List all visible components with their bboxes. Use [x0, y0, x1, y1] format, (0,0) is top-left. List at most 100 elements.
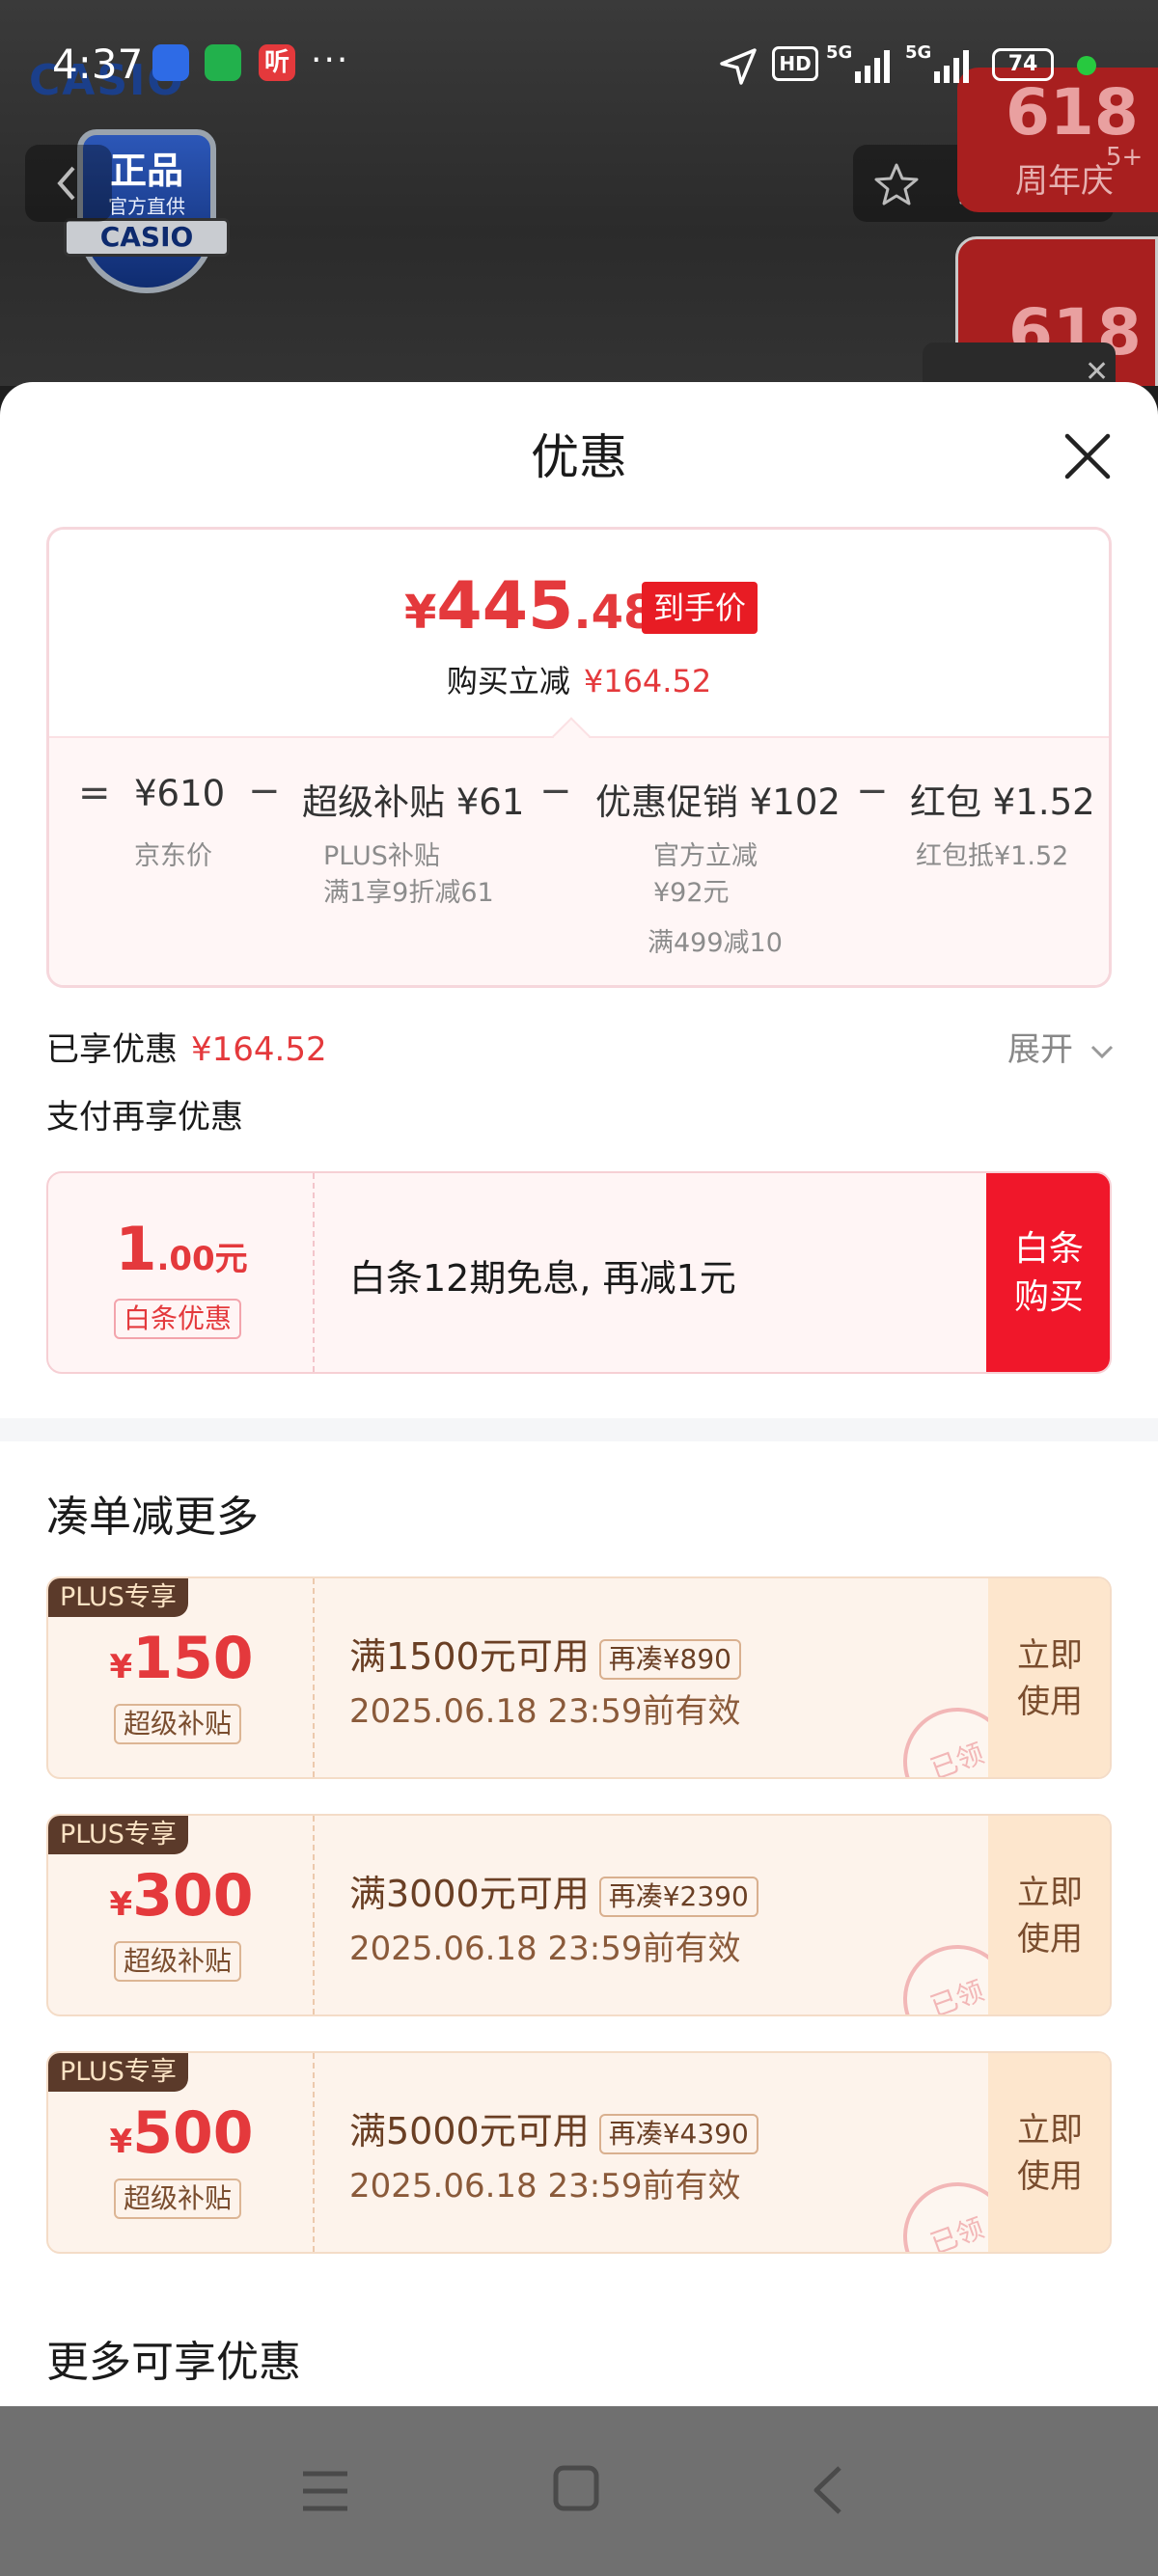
baitiao-tag: 白条优惠 — [114, 1299, 242, 1339]
currency-symbol: ¥ — [404, 586, 437, 640]
breakdown-area: = ¥610 京东价 − 超级补贴 ¥61 PLUS补贴 满1享9折减61 − … — [49, 736, 1109, 985]
coupon-amount: 300 — [132, 1862, 254, 1930]
promotion-sub3: 满499减10 — [648, 928, 783, 958]
signal-icon: 5G — [826, 42, 890, 83]
star-icon[interactable] — [872, 160, 921, 208]
pay-more-label: 支付再享优惠 — [46, 1098, 243, 1137]
baitiao-button-line1: 白条 — [1013, 1229, 1084, 1269]
back-icon[interactable] — [809, 2464, 847, 2516]
coupon-validity: 2025.06.18 23:59前有效 — [349, 1930, 741, 1968]
use-now-button[interactable]: 立即 使用 — [988, 1816, 1110, 2014]
base-price-value: ¥610 — [134, 773, 226, 814]
coupon-currency: ¥ — [109, 1648, 133, 1686]
plus-exclusive-tag: PLUS专享 — [48, 1578, 188, 1617]
coupon-value: ¥150 — [48, 1625, 315, 1692]
reduce-label: 购买立减 — [446, 663, 570, 699]
baitiao-offer-card[interactable]: 1.00元 白条优惠 白条12期免息, 再减1元 白条 购买 — [46, 1171, 1112, 1374]
baitiao-button-line2: 购买 — [1013, 1277, 1084, 1317]
coupon-validity: 2025.06.18 23:59前有效 — [349, 1692, 741, 1731]
coupon-type-tag: 超级补贴 — [114, 2179, 242, 2219]
coupon-condition-text: 满1500元可用 — [349, 1635, 590, 1678]
promotion-title: 优惠促销 ¥102 — [595, 781, 841, 823]
more-notifications-icon: ··· — [311, 41, 350, 80]
coupon-card[interactable]: ¥500 超级补贴 PLUS专享 满5000元可用 再凑¥4390 2025.06… — [46, 2051, 1112, 2254]
coupon-value: ¥300 — [48, 1862, 315, 1930]
final-price-tag: 到手价 — [642, 582, 758, 634]
coupon-extra-needed: 再凑¥4390 — [598, 2113, 758, 2154]
ting-app-icon: 听 — [259, 44, 295, 81]
use-button-line1: 立即 — [1017, 1874, 1083, 1912]
chevron-down-icon — [1090, 1045, 1113, 1058]
coupon-validity: 2025.06.18 23:59前有效 — [349, 2167, 741, 2206]
super-subsidy-sub2: 满1享9折减61 — [323, 878, 494, 908]
privacy-indicator-dot — [1077, 56, 1096, 75]
badge-brand-text: CASIO — [64, 218, 230, 257]
plus-exclusive-tag: PLUS专享 — [48, 1816, 188, 1854]
use-now-button[interactable]: 立即 使用 — [988, 2053, 1110, 2252]
enjoyed-discount: 已享优惠 ¥164.52 — [46, 1023, 327, 1070]
baitiao-amount-int: 1 — [115, 1214, 157, 1284]
baitiao-buy-button[interactable]: 白条 购买 — [986, 1173, 1110, 1372]
final-price-area: ¥445.48 到手价 购买立减 ¥164.52 — [49, 530, 1109, 736]
baitiao-amount: 1.00元 — [48, 1214, 315, 1284]
equals-sign: = — [78, 771, 111, 815]
promo-618-label: 周年庆 — [1015, 162, 1114, 201]
enjoyed-label: 已享优惠 — [46, 1030, 178, 1069]
section-separator — [0, 1418, 1158, 1441]
coupon-value: ¥500 — [48, 2099, 315, 2167]
sheet-title: 优惠 — [531, 429, 627, 485]
coupon-amount: 500 — [132, 2099, 254, 2167]
reduce-line: 购买立减 ¥164.52 — [49, 657, 1109, 701]
baitiao-description: 白条12期免息, 再减1元 — [349, 1257, 736, 1300]
svg-text:5G: 5G — [826, 42, 852, 63]
baitiao-amount-dec: .00元 — [156, 1240, 248, 1278]
coupon-condition: 满3000元可用 再凑¥2390 — [349, 1864, 758, 1917]
status-time: 4:37 — [52, 41, 144, 88]
coupon-condition-text: 满3000元可用 — [349, 1873, 590, 1915]
battery-icon: 74 — [992, 48, 1054, 81]
coupon-currency: ¥ — [109, 1885, 133, 1924]
hd-voice-icon: HD — [772, 46, 818, 81]
signal-icon-2: 5G — [905, 42, 969, 83]
discount-sheet: 优惠 ¥445.48 到手价 购买立减 ¥164.52 = ¥610 京东价 − … — [0, 382, 1158, 2408]
system-nav-bar — [0, 2406, 1158, 2576]
use-now-button[interactable]: 立即 使用 — [988, 1578, 1110, 1777]
price-breakdown-card: ¥445.48 到手价 购买立减 ¥164.52 = ¥610 京东价 − 超级补… — [46, 527, 1112, 988]
coupon-card[interactable]: ¥150 超级补贴 PLUS专享 满1500元可用 再凑¥890 2025.06.… — [46, 1576, 1112, 1779]
close-icon[interactable] — [1062, 430, 1114, 482]
red-packet-title: 红包 ¥1.52 — [910, 781, 1095, 823]
coupon-extra-needed: 再凑¥2390 — [598, 1876, 758, 1917]
baitiao-amount-area: 1.00元 白条优惠 — [48, 1173, 315, 1372]
coupon-type-tag: 超级补贴 — [114, 1704, 242, 1744]
combine-section-title: 凑单减更多 — [46, 1493, 259, 1542]
minus-sign: − — [539, 769, 572, 813]
minus-sign: − — [856, 769, 889, 813]
super-subsidy-title: 超级补贴 ¥61 — [302, 781, 525, 823]
minus-sign: − — [248, 769, 281, 813]
wechat-app-icon — [205, 44, 241, 81]
svg-text:5G: 5G — [905, 42, 931, 63]
coupon-condition-text: 满5000元可用 — [349, 2110, 590, 2152]
home-icon[interactable] — [552, 2464, 600, 2512]
recent-apps-icon[interactable] — [301, 2470, 349, 2512]
location-icon — [720, 48, 757, 85]
use-button-line2: 使用 — [1017, 2157, 1083, 2196]
base-price-label: 京东价 — [134, 841, 212, 871]
status-bar: 4:37 听 ··· HD 5G 5G 74 — [0, 0, 1158, 129]
red-packet-sub: 红包抵¥1.52 — [916, 841, 1069, 871]
use-button-line2: 使用 — [1017, 1683, 1083, 1721]
coupon-type-tag: 超级补贴 — [114, 1941, 242, 1982]
back-button[interactable] — [25, 145, 112, 222]
coupon-currency: ¥ — [109, 2123, 133, 2161]
enjoyed-amount: ¥164.52 — [191, 1030, 327, 1069]
coupon-condition: 满5000元可用 再凑¥4390 — [349, 2101, 758, 2154]
baidu-app-icon — [152, 44, 189, 81]
promotion-sub2: ¥92元 — [653, 878, 730, 908]
use-button-line1: 立即 — [1017, 2111, 1083, 2150]
expand-toggle[interactable]: 展开 — [1007, 1023, 1115, 1070]
coupon-card[interactable]: ¥300 超级补贴 PLUS专享 满3000元可用 再凑¥2390 2025.06… — [46, 1814, 1112, 2016]
promo-618-badge: 5+ — [1106, 143, 1144, 172]
use-button-line2: 使用 — [1017, 1920, 1083, 1959]
expand-label: 展开 — [1007, 1030, 1073, 1069]
coupon-amount: 150 — [132, 1625, 254, 1692]
